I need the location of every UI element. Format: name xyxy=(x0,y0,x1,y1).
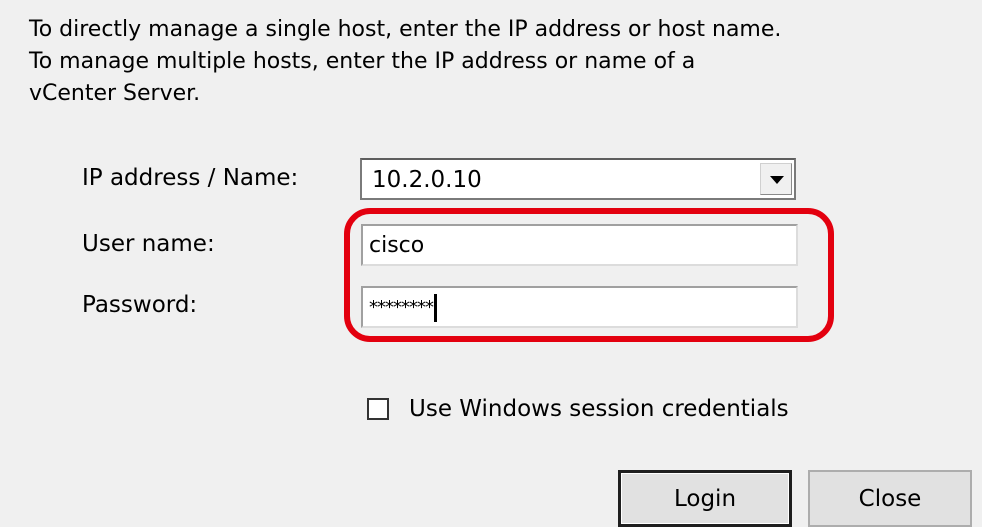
login-dialog: To directly manage a single host, enter … xyxy=(0,0,982,527)
instructions-text: To directly manage a single host, enter … xyxy=(29,14,929,110)
user-name-field[interactable]: cisco xyxy=(361,224,798,266)
password-value-wrapper[interactable]: ******** xyxy=(369,294,437,322)
text-caret xyxy=(434,294,437,322)
ip-address-dropdown-button[interactable] xyxy=(760,163,792,195)
password-value: ******** xyxy=(369,297,434,318)
password-field[interactable]: ******** xyxy=(361,286,798,328)
instructions-line-1: To directly manage a single host, enter … xyxy=(29,17,782,42)
ip-address-value[interactable]: 10.2.0.10 xyxy=(372,166,482,194)
use-windows-credentials-label[interactable]: Use Windows session credentials xyxy=(409,394,789,424)
instructions-line-2: To manage multiple hosts, enter the IP a… xyxy=(29,49,696,74)
ip-address-combobox[interactable]: 10.2.0.10 xyxy=(360,158,796,200)
login-button[interactable]: Login xyxy=(618,470,792,527)
use-windows-credentials-option[interactable]: Use Windows session credentials xyxy=(367,394,789,424)
ip-address-label: IP address / Name: xyxy=(82,165,299,191)
chevron-down-icon xyxy=(770,176,784,184)
use-windows-credentials-checkbox[interactable] xyxy=(367,398,389,420)
close-button[interactable]: Close xyxy=(808,470,972,527)
user-name-label: User name: xyxy=(82,231,215,257)
password-label: Password: xyxy=(82,292,198,318)
user-name-value[interactable]: cisco xyxy=(369,232,424,260)
instructions-line-3: vCenter Server. xyxy=(29,81,201,106)
